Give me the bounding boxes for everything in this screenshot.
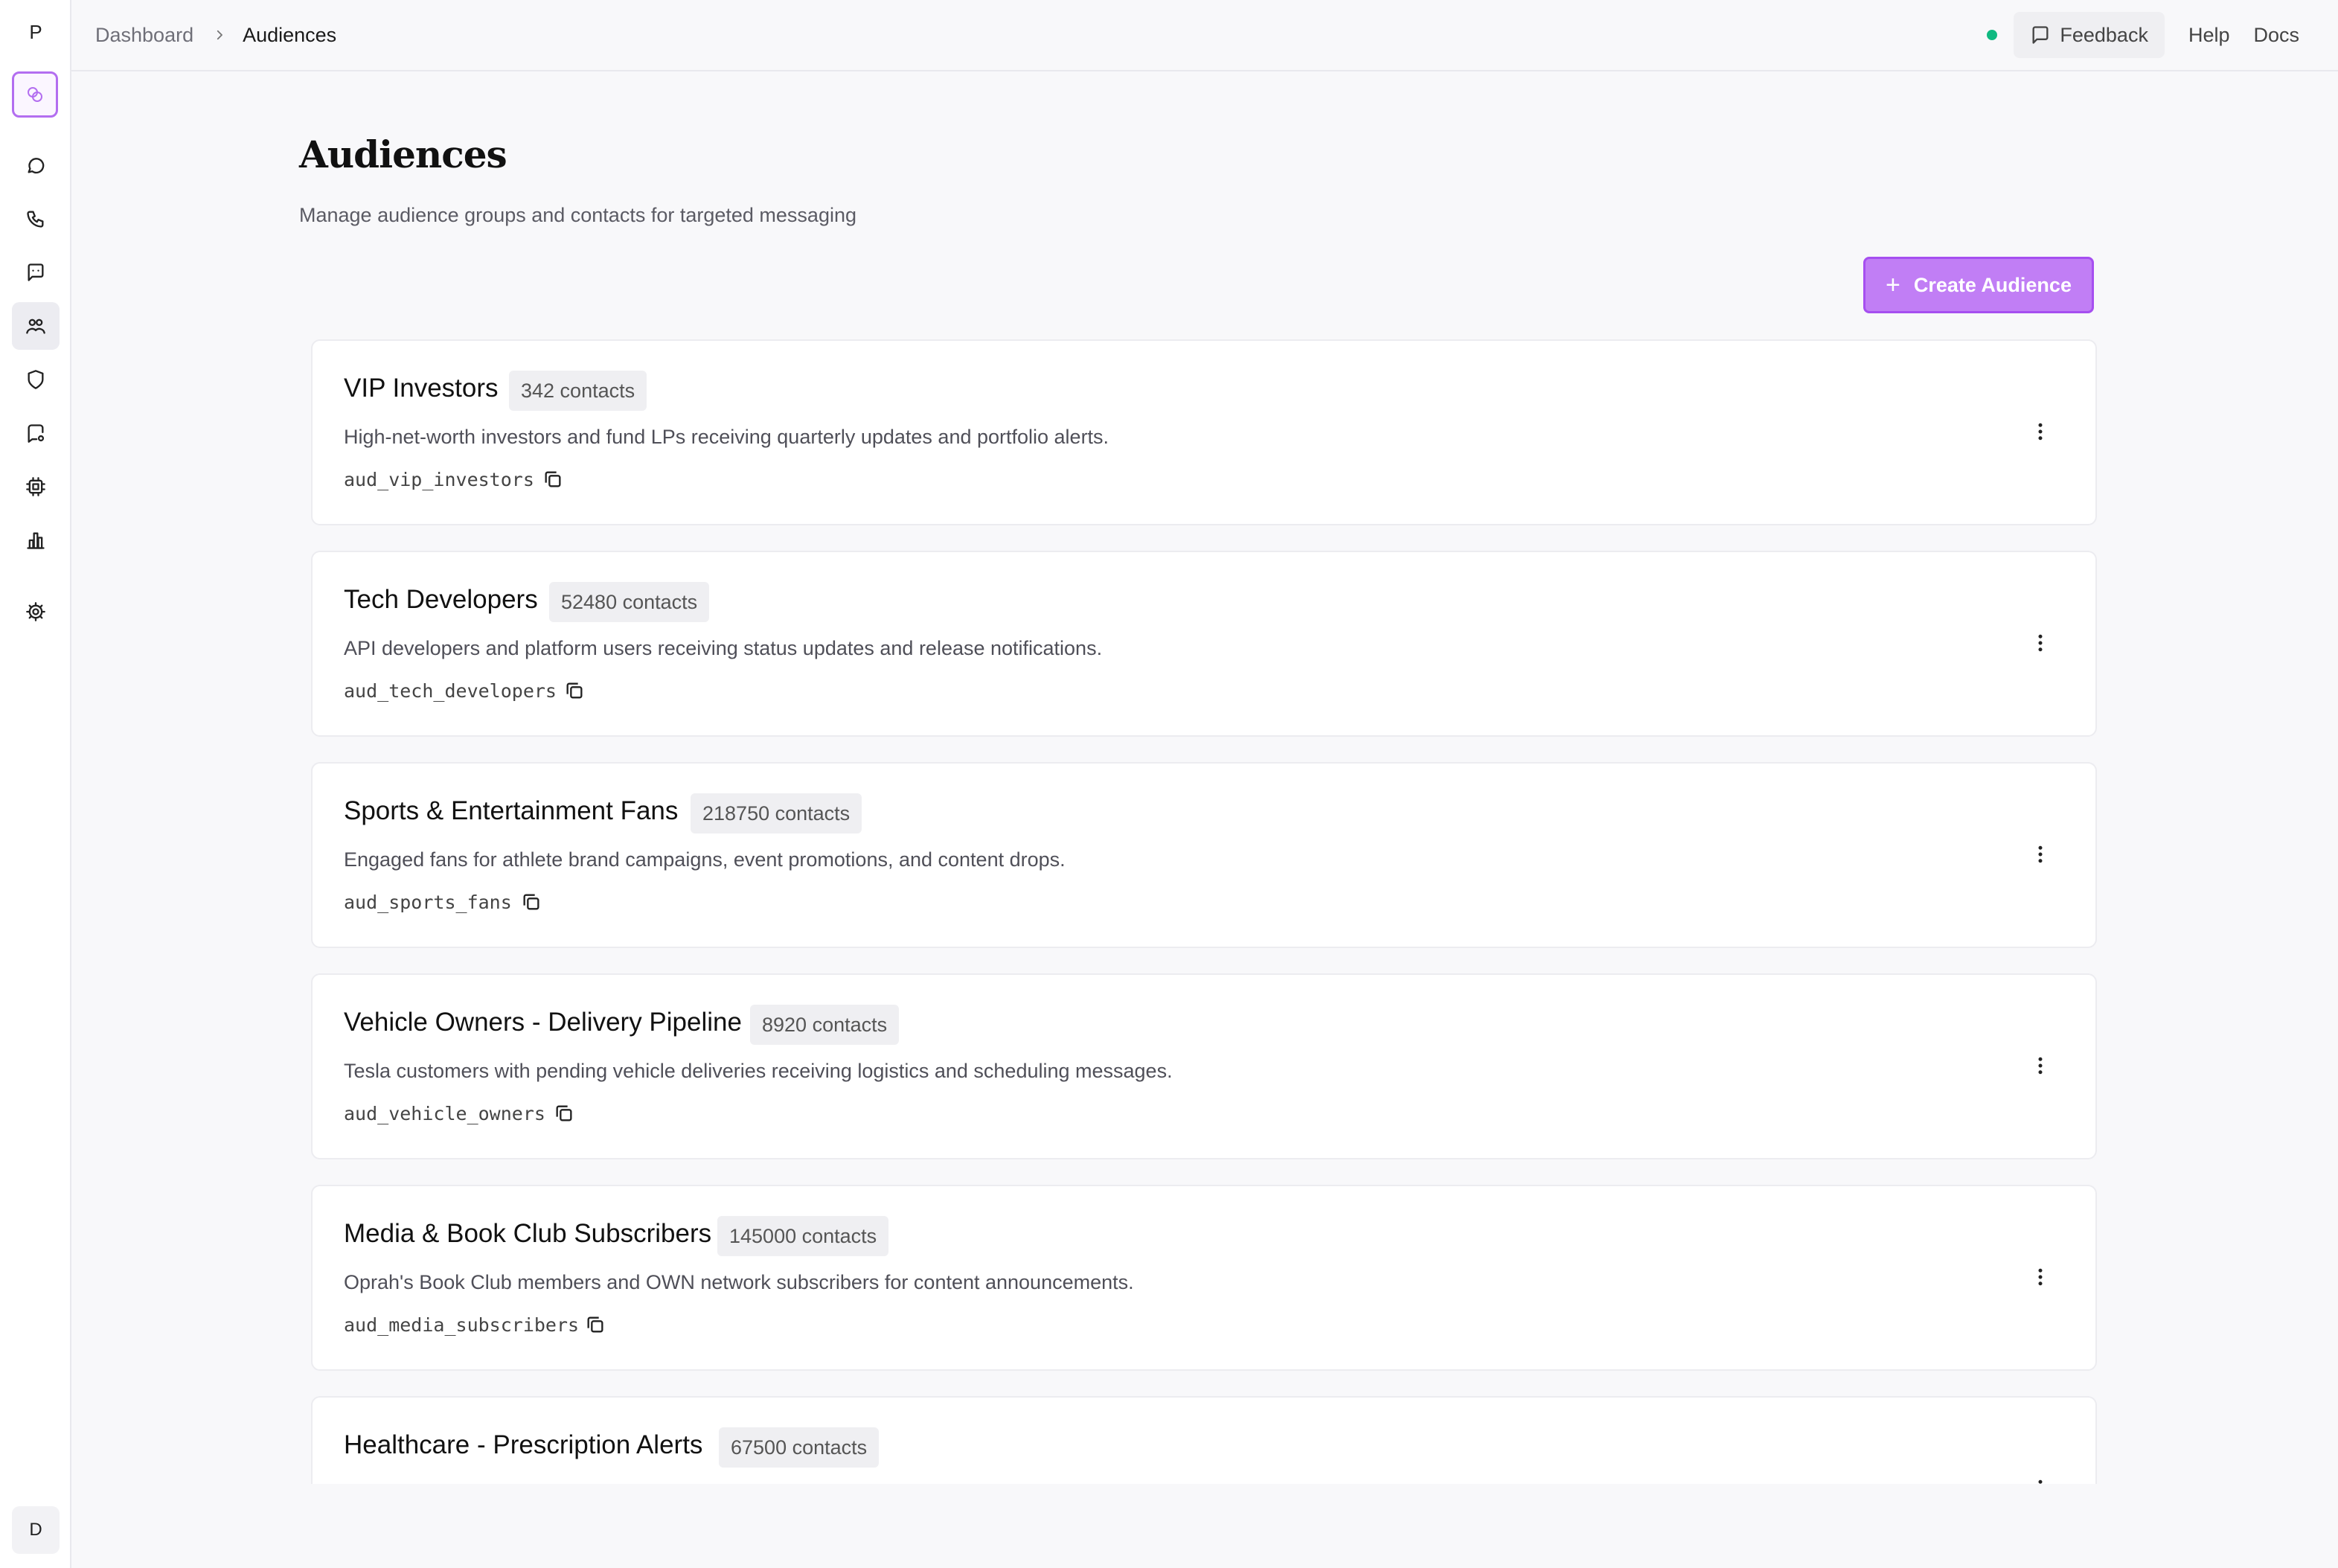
chevron-right-icon bbox=[213, 28, 226, 42]
contact-count-badge: 8920 contacts bbox=[750, 1005, 900, 1045]
copy-icon[interactable] bbox=[582, 1311, 609, 1338]
chat-bubble-icon bbox=[28, 158, 45, 174]
contact-count-badge: 218750 contacts bbox=[691, 793, 862, 833]
bar-chart-icon bbox=[27, 532, 45, 549]
message-square-icon bbox=[2032, 26, 2049, 44]
brand-icon[interactable] bbox=[12, 71, 58, 118]
audience-card[interactable]: Sports & Entertainment Fans 218750 conta… bbox=[311, 762, 2097, 948]
users-icon bbox=[26, 319, 45, 334]
help-link[interactable]: Help bbox=[2188, 24, 2230, 47]
sidebar-item-conversations[interactable] bbox=[12, 249, 60, 296]
chat-settings-icon bbox=[28, 424, 45, 443]
docs-link[interactable]: Docs bbox=[2253, 24, 2299, 47]
copy-icon[interactable] bbox=[518, 889, 545, 915]
audience-id: aud_media_subscribers bbox=[344, 1314, 580, 1336]
message-square-icon bbox=[28, 263, 44, 281]
sidebar-item-channels[interactable] bbox=[12, 409, 60, 457]
page-subtitle: Manage audience groups and contacts for … bbox=[299, 204, 856, 226]
audience-card[interactable]: Media & Book Club Subscribers 145000 con… bbox=[311, 1185, 2097, 1371]
sidebar-item-compliance[interactable] bbox=[12, 356, 60, 403]
more-vertical-icon[interactable] bbox=[2024, 838, 2057, 871]
sidebar-item-calls[interactable] bbox=[12, 195, 60, 243]
sidebar-item-integrations[interactable] bbox=[12, 463, 60, 511]
create-audience-label: Create Audience bbox=[1913, 273, 2072, 296]
audience-description: High-net-worth investors and fund LPs re… bbox=[344, 426, 1109, 448]
create-audience-button[interactable]: + Create Audience bbox=[1863, 257, 2094, 313]
feedback-label: Feedback bbox=[2060, 23, 2148, 46]
audience-id: aud_tech_developers bbox=[344, 680, 557, 702]
more-vertical-icon[interactable] bbox=[2024, 1261, 2057, 1293]
breadcrumb-dashboard[interactable]: Dashboard bbox=[95, 24, 193, 47]
workspace-logo[interactable]: P bbox=[0, 21, 71, 44]
feedback-button[interactable]: Feedback bbox=[2014, 12, 2165, 58]
sidebar-item-messages[interactable] bbox=[12, 141, 60, 189]
chip-icon bbox=[26, 477, 45, 496]
audience-name: Tech Developers bbox=[344, 585, 538, 614]
breadcrumb-current: Audiences bbox=[243, 23, 337, 46]
plus-icon: + bbox=[1886, 271, 1900, 299]
audience-description: API developers and platform users receiv… bbox=[344, 637, 1103, 659]
contact-count-badge: 67500 contacts bbox=[719, 1427, 880, 1468]
avatar[interactable]: D bbox=[12, 1506, 60, 1554]
more-vertical-icon[interactable] bbox=[2024, 1472, 2057, 1484]
audience-id: aud_vehicle_owners bbox=[344, 1103, 545, 1124]
audience-id: aud_sports_fans bbox=[344, 892, 512, 913]
contact-count-badge: 342 contacts bbox=[509, 371, 647, 411]
page-title: Audiences bbox=[299, 132, 507, 176]
breadcrumb: Dashboard Audiences bbox=[95, 0, 336, 70]
more-vertical-icon[interactable] bbox=[2024, 627, 2057, 659]
more-vertical-icon[interactable] bbox=[2024, 1049, 2057, 1082]
top-bar: Dashboard Audiences Feedback Help Docs bbox=[71, 0, 2338, 71]
audience-name: Media & Book Club Subscribers bbox=[344, 1219, 712, 1248]
sidebar: P D bbox=[0, 0, 71, 1568]
copy-icon[interactable] bbox=[561, 677, 588, 704]
contact-count-badge: 52480 contacts bbox=[549, 582, 710, 622]
gear-icon bbox=[26, 602, 45, 621]
audience-name: Healthcare - Prescription Alerts bbox=[344, 1430, 703, 1459]
sidebar-item-audiences[interactable] bbox=[12, 302, 60, 350]
audience-description: Oprah's Book Club members and OWN networ… bbox=[344, 1271, 1134, 1293]
copy-icon[interactable] bbox=[539, 466, 566, 493]
more-vertical-icon[interactable] bbox=[2024, 415, 2057, 448]
audience-list: VIP Investors 342 contacts High-net-wort… bbox=[311, 339, 2097, 1484]
sidebar-item-settings[interactable] bbox=[12, 588, 60, 636]
copy-icon[interactable] bbox=[551, 1100, 577, 1127]
audience-id: aud_vip_investors bbox=[344, 469, 534, 490]
audience-card[interactable]: Tech Developers 52480 contacts API devel… bbox=[311, 551, 2097, 737]
contact-count-badge: 145000 contacts bbox=[717, 1216, 889, 1256]
phone-icon bbox=[27, 211, 44, 228]
status-indicator bbox=[1987, 30, 1998, 40]
audience-name: Sports & Entertainment Fans bbox=[344, 796, 679, 825]
shield-icon bbox=[28, 370, 44, 389]
audience-description: Tesla customers with pending vehicle del… bbox=[344, 1060, 1173, 1082]
audience-name: VIP Investors bbox=[344, 374, 499, 403]
audience-name: Vehicle Owners - Delivery Pipeline bbox=[344, 1008, 742, 1037]
header-actions: Feedback Help Docs bbox=[1987, 0, 2338, 70]
audience-description: Engaged fans for athlete brand campaigns… bbox=[344, 848, 1066, 871]
audience-card[interactable]: VIP Investors 342 contacts High-net-wort… bbox=[311, 339, 2097, 525]
sidebar-item-analytics[interactable] bbox=[12, 516, 60, 564]
audience-card[interactable]: Healthcare - Prescription Alerts 67500 c… bbox=[311, 1396, 2097, 1484]
audience-card[interactable]: Vehicle Owners - Delivery Pipeline 8920 … bbox=[311, 973, 2097, 1159]
